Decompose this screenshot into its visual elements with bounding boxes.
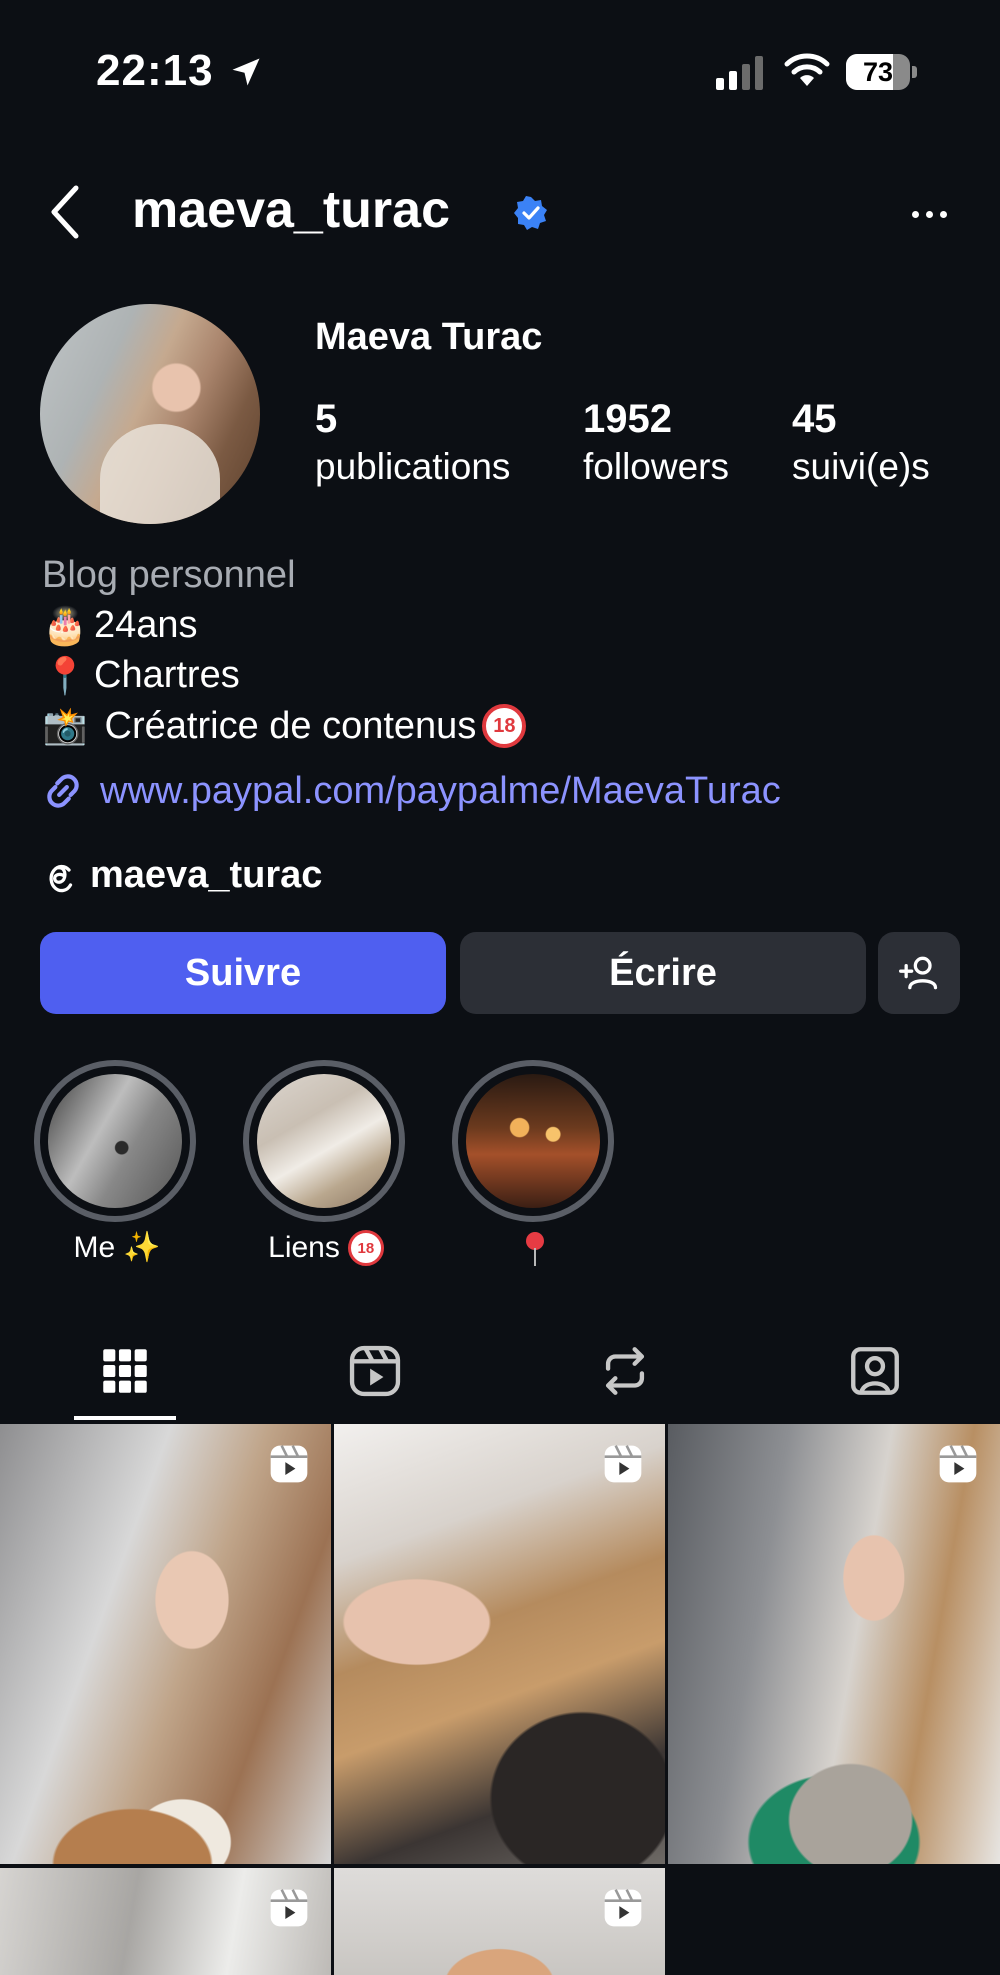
reel-icon: [270, 1889, 308, 1927]
threads-badge[interactable]: maeva_turac: [42, 854, 322, 897]
display-name: Maeva Turac: [315, 316, 543, 358]
camera-flash-emoji: 📸: [42, 706, 88, 747]
highlight-title: Liens: [268, 1231, 340, 1264]
adults-only-icon: 18: [347, 1230, 384, 1266]
battery-indicator: 73: [846, 54, 918, 90]
highlight-label: Liens 18: [243, 1230, 409, 1266]
repost-icon: [605, 1347, 645, 1395]
stat-label: suivi(e)s: [792, 446, 930, 487]
suggested-accounts-button[interactable]: [878, 932, 960, 1014]
sparkles-emoji: ✨: [123, 1230, 161, 1265]
post-thumbnail[interactable]: [0, 1424, 331, 1864]
tagged-icon: [851, 1347, 899, 1395]
profile-tabs: [0, 1320, 1000, 1422]
reels-icon: [349, 1345, 401, 1397]
active-tab-indicator: [74, 1416, 176, 1420]
bio-line-job: 📸 Créatrice de contenus 18: [42, 704, 527, 748]
tab-grid[interactable]: [0, 1320, 250, 1422]
stat-value: 45: [792, 397, 837, 441]
pin-emoji: 📍: [42, 655, 88, 697]
stat-label: publications: [315, 446, 511, 487]
status-bar: 22:13 73: [0, 0, 1000, 140]
follow-button[interactable]: Suivre: [40, 932, 446, 1014]
bio-text: Chartres: [94, 654, 240, 696]
page-title-username: maeva_turac: [132, 181, 450, 239]
post-thumbnail[interactable]: [0, 1868, 331, 1975]
add-person-icon: [899, 956, 938, 990]
battery-percentage: 73: [862, 57, 894, 87]
threads-icon: [49, 864, 73, 892]
more-options-button[interactable]: [906, 196, 952, 232]
message-button[interactable]: Écrire: [460, 932, 866, 1014]
posts-grid: [0, 1424, 1000, 1975]
location-arrow-icon: [232, 58, 260, 86]
clock: 22:13: [96, 46, 214, 95]
stat-followers[interactable]: 1952 followers: [583, 396, 729, 492]
stat-label: followers: [583, 446, 729, 487]
highlight-cover: [466, 1074, 600, 1208]
tab-tagged[interactable]: [750, 1320, 1000, 1422]
stat-following[interactable]: 45 suivi(e)s: [792, 396, 930, 492]
dot: [939, 210, 947, 218]
bio-text: Créatrice de contenus: [94, 704, 477, 747]
post-thumbnail[interactable]: [334, 1424, 665, 1864]
bio-line-location: 📍 Chartres: [42, 654, 240, 697]
pin-icon: [524, 1230, 546, 1268]
back-button[interactable]: [46, 182, 86, 242]
reel-icon: [939, 1445, 977, 1483]
profile-avatar[interactable]: [40, 304, 260, 524]
highlight-title: Me: [73, 1230, 116, 1264]
verified-badge-icon: [514, 196, 547, 230]
stat-value: 5: [315, 397, 338, 441]
adults-only-icon: 18: [482, 704, 527, 748]
story-highlight-me[interactable]: Me ✨: [34, 1060, 200, 1265]
bio-line-age: 🎂 24ans: [42, 604, 198, 647]
dot: [925, 210, 933, 218]
post-thumbnail[interactable]: [334, 1868, 665, 1975]
highlight-ring: [243, 1060, 405, 1222]
highlight-cover: [257, 1074, 391, 1208]
threads-handle: maeva_turac: [90, 854, 323, 896]
story-highlight-location[interactable]: [452, 1060, 618, 1268]
highlight-label: [452, 1230, 618, 1268]
profile-category: Blog personnel: [42, 554, 296, 596]
highlight-ring: [452, 1060, 614, 1222]
grid-icon: [103, 1349, 147, 1393]
reel-icon: [604, 1889, 642, 1927]
cake-emoji: 🎂: [42, 605, 88, 647]
link-text: www.paypal.com/paypalme/MaevaTurac: [100, 769, 781, 812]
tab-reposts[interactable]: [500, 1320, 750, 1422]
dot: [911, 210, 919, 218]
stat-value: 1952: [583, 397, 672, 441]
bio-text: 24ans: [94, 604, 198, 646]
stat-publications[interactable]: 5 publications: [315, 396, 510, 492]
cellular-signal-icon: [716, 56, 763, 90]
tab-reels[interactable]: [250, 1320, 500, 1422]
highlight-ring: [34, 1060, 196, 1222]
post-thumbnail[interactable]: [668, 1424, 1000, 1864]
profile-link[interactable]: www.paypal.com/paypalme/MaevaTurac: [40, 768, 781, 814]
highlight-label: Me ✨: [34, 1230, 200, 1265]
story-highlight-liens[interactable]: Liens 18: [243, 1060, 409, 1266]
highlight-cover: [48, 1074, 182, 1208]
reel-icon: [270, 1445, 308, 1483]
wifi-icon: [784, 53, 830, 86]
link-icon: [47, 774, 79, 808]
reel-icon: [604, 1445, 642, 1483]
